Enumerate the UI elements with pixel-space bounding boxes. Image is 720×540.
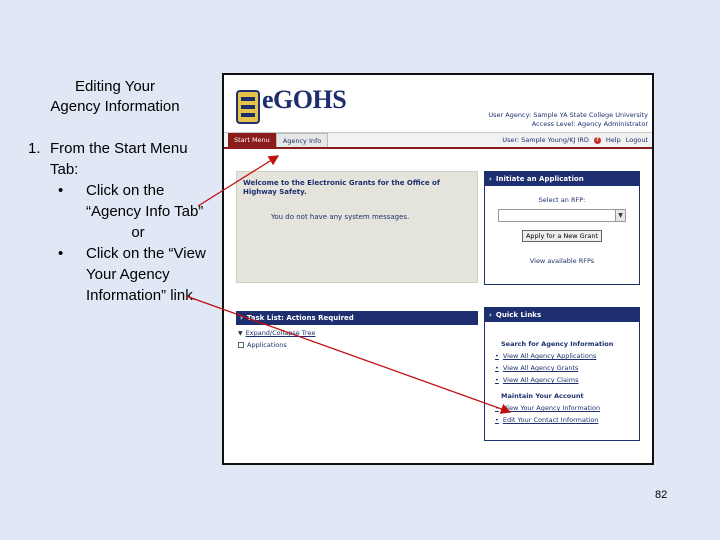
rfp-select-label: Select an RFP: <box>538 196 586 204</box>
view-agency-claims-link[interactable]: • View All Agency Claims <box>495 376 639 384</box>
tab-start-menu[interactable]: Start Menu <box>228 133 276 147</box>
user-agency: User Agency: Sample YA State College Uni… <box>488 111 648 119</box>
or-text: or <box>131 224 145 241</box>
apply-new-grant-button[interactable]: Apply for a New Grant <box>521 230 603 242</box>
bullet-2-text: Click on the “View Your Agency Informati… <box>86 245 206 304</box>
view-agency-grants-link[interactable]: • View All Agency Grants <box>495 364 639 372</box>
step-text: From the Start Menu Tab: <box>50 140 188 178</box>
chevron-down-icon[interactable]: ▼ <box>615 210 625 221</box>
help-icon[interactable]: ? <box>593 136 601 144</box>
welcome-title: Welcome to the Electronic Grants for the… <box>243 179 440 196</box>
triangle-down-icon: ▼ <box>238 329 243 337</box>
logo-emblem-icon <box>236 90 260 124</box>
user-bar: User: Sample Young/KJ IRD ? Help Logout <box>502 136 648 144</box>
view-agency-information-link[interactable]: • View Your Agency Information <box>495 404 639 412</box>
chevron-right-icon: › <box>240 314 243 322</box>
search-section-heading: Search for Agency Information <box>501 340 614 348</box>
app-logo[interactable]: eGOHS <box>262 85 347 115</box>
slide-title-line1: Editing Your <box>74 78 156 95</box>
instruction-steps: 1. From the Start Menu Tab: • Click on t… <box>28 138 218 306</box>
system-message: You do not have any system messages. <box>271 213 410 221</box>
maintain-section-heading: Maintain Your Account <box>501 392 584 400</box>
user-info: User Agency: Sample YA State College Uni… <box>488 111 648 129</box>
task-list-heading: › Task List: Actions Required <box>236 311 478 325</box>
tab-agency-info[interactable]: Agency Info <box>275 133 329 147</box>
initiate-application-panel: › Initiate an Application Select an RFP: … <box>484 171 640 285</box>
bullet-view-link: • Click on the “View Your Agency Informa… <box>58 243 218 306</box>
app-screenshot: eGOHS User Agency: Sample YA State Colle… <box>222 73 654 465</box>
view-rfps-link[interactable]: View available RFPs <box>485 257 639 265</box>
user-name: User: Sample Young/KJ IRD <box>502 136 589 144</box>
bullet-agency-tab: • Click on the “Agency Info Tab” <box>58 180 218 222</box>
help-link[interactable]: Help <box>606 136 621 144</box>
welcome-panel: Welcome to the Electronic Grants for the… <box>236 171 478 283</box>
logout-link[interactable]: Logout <box>626 136 648 144</box>
initiate-heading: › Initiate an Application <box>485 172 639 186</box>
page-number: 82 <box>655 489 668 501</box>
chevron-right-icon: › <box>489 311 492 319</box>
step-number: 1. <box>28 140 41 157</box>
task-item-applications[interactable]: Applications <box>238 341 478 349</box>
tab-bar: Start Menu Agency Info User: Sample Youn… <box>224 133 652 149</box>
chevron-right-icon: › <box>489 175 492 183</box>
expand-collapse-tree[interactable]: ▼ Expand/Collapse Tree <box>238 329 478 337</box>
task-list-panel: › Task List: Actions Required ▼ Expand/Co… <box>236 311 478 349</box>
edit-contact-information-link[interactable]: • Edit Your Contact Information <box>495 416 639 424</box>
access-level: Access Level: Agency Administrator <box>531 120 648 128</box>
quick-links-heading: › Quick Links <box>485 308 639 322</box>
rfp-select[interactable]: ▼ <box>498 209 626 222</box>
slide-title: Editing Your Agency Information <box>20 77 210 117</box>
app-header: eGOHS User Agency: Sample YA State Colle… <box>224 75 652 133</box>
expand-box-icon[interactable] <box>238 342 244 348</box>
quick-links-panel: › Quick Links Search for Agency Informati… <box>484 307 640 441</box>
view-agency-applications-link[interactable]: • View All Agency Applications <box>495 352 639 360</box>
slide-title-line2: Agency Information <box>50 98 180 115</box>
bullet-1-text: Click on the “Agency Info Tab” <box>86 182 204 220</box>
